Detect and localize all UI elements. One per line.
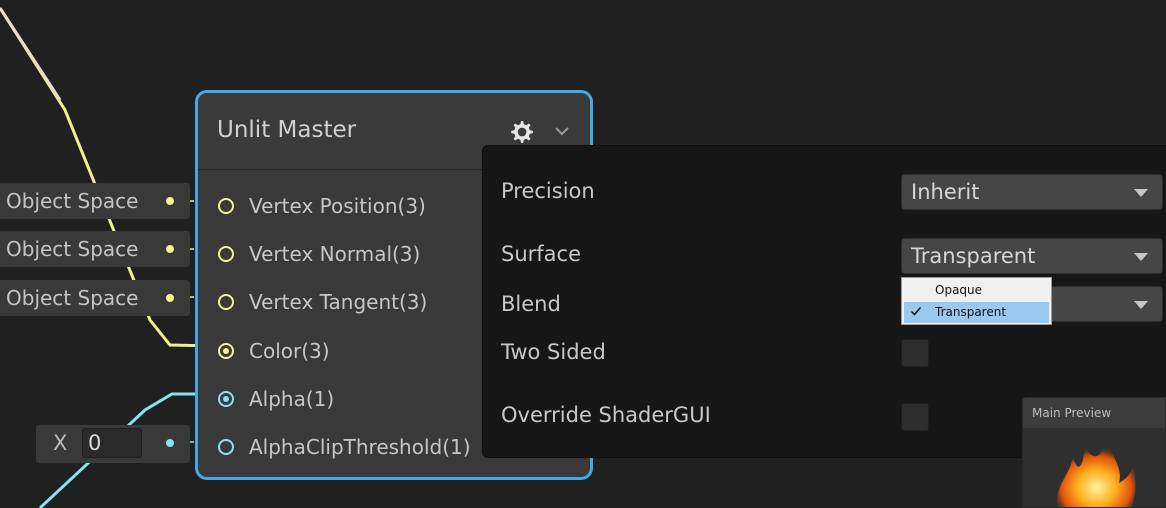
dropdown-arrow-icon — [1134, 301, 1148, 309]
menu-item-label: Transparent — [935, 305, 1007, 319]
output-port-dot[interactable] — [166, 294, 174, 302]
output-port-dot[interactable] — [166, 197, 174, 205]
input-port[interactable] — [218, 343, 234, 359]
preview-viewport[interactable] — [1023, 428, 1165, 507]
precision-value: Inherit — [911, 180, 980, 204]
fire-preview-image — [1057, 438, 1136, 507]
dropdown-arrow-icon — [1134, 189, 1148, 197]
chevron-down-icon[interactable] — [553, 125, 571, 137]
input-port[interactable] — [218, 391, 234, 407]
gear-icon[interactable] — [508, 119, 534, 145]
space-label: Object Space — [6, 189, 139, 213]
vertex-normal-input[interactable]: Object Space — [0, 231, 190, 267]
blend-label: Blend — [501, 292, 561, 316]
check-icon — [910, 307, 922, 316]
port-label: Alpha(1) — [249, 387, 335, 411]
output-port-dot[interactable] — [166, 245, 174, 253]
two-sided-checkbox[interactable] — [901, 339, 929, 367]
alpha-clip-value-field[interactable]: 0 — [82, 428, 142, 458]
precision-dropdown[interactable]: Inherit — [901, 174, 1163, 210]
input-port[interactable] — [218, 198, 234, 214]
menu-item-opaque[interactable]: Opaque — [904, 280, 1049, 301]
menu-item-label: Opaque — [935, 283, 983, 297]
surface-dropdown[interactable]: Transparent — [901, 238, 1163, 274]
menu-item-transparent[interactable]: Transparent — [904, 302, 1049, 323]
override-shadergui-checkbox[interactable] — [901, 403, 929, 431]
port-label: Vertex Normal(3) — [249, 242, 421, 266]
surface-dropdown-menu: Opaque Transparent — [901, 277, 1052, 325]
port-label: Vertex Tangent(3) — [249, 290, 428, 314]
two-sided-label: Two Sided — [501, 340, 606, 364]
input-port[interactable] — [218, 439, 234, 455]
alpha-clip-input: X 0 — [36, 425, 190, 463]
port-label: Color(3) — [249, 339, 330, 363]
vertex-tangent-input[interactable]: Object Space — [0, 280, 190, 316]
input-port[interactable] — [218, 246, 234, 262]
axis-label: X — [53, 431, 68, 455]
override-shadergui-label: Override ShaderGUI — [501, 403, 711, 427]
precision-label: Precision — [501, 179, 595, 203]
output-port-dot[interactable] — [166, 439, 174, 447]
input-port[interactable] — [218, 294, 234, 310]
dropdown-arrow-icon — [1134, 253, 1148, 261]
main-preview-panel[interactable]: Main Preview — [1022, 397, 1166, 508]
vertex-position-input[interactable]: Object Space — [0, 183, 190, 219]
surface-value: Transparent — [911, 244, 1036, 268]
color-wire-upper — [0, 7, 62, 101]
space-label: Object Space — [6, 237, 139, 261]
space-label: Object Space — [6, 286, 139, 310]
node-title: Unlit Master — [217, 117, 357, 143]
preview-title: Main Preview — [1032, 406, 1112, 420]
port-label: Vertex Position(3) — [249, 194, 426, 218]
surface-label: Surface — [501, 242, 582, 266]
port-label: AlphaClipThreshold(1) — [249, 435, 471, 459]
